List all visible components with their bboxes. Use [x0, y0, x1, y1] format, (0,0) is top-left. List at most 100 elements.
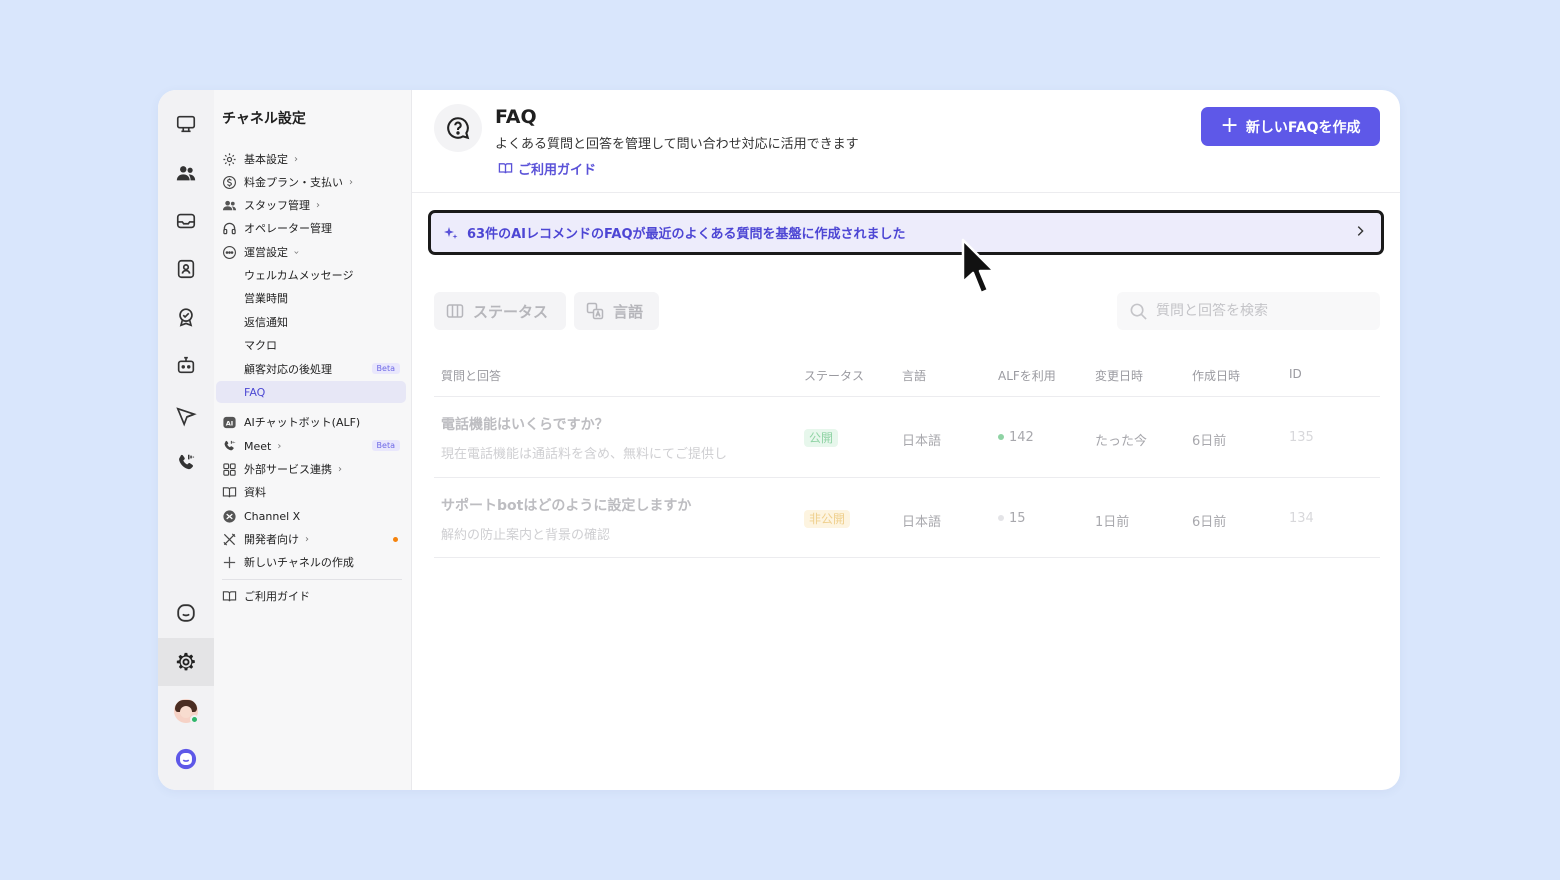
- sidebar-divider: [222, 579, 402, 580]
- book-icon: [222, 485, 237, 500]
- column-header-alf[interactable]: ALFを利用: [998, 367, 1056, 384]
- header-divider: [412, 192, 1400, 193]
- sidebar-item-new-channel[interactable]: 新しいチャネルの作成: [216, 551, 406, 573]
- rail-call-button[interactable]: [162, 441, 210, 485]
- sidebar-item-basic-settings[interactable]: 基本設定 ›: [216, 148, 406, 170]
- ai-icon: AI: [222, 415, 237, 430]
- sidebar-item-label: 顧客対応の後処理: [244, 363, 332, 376]
- rail-profile-button[interactable]: [162, 247, 210, 291]
- ai-recommendation-banner[interactable]: 63件のAIレコメンドのFAQが最近のよくある質問を基盤に作成されました: [428, 210, 1384, 255]
- book-icon: [498, 163, 513, 174]
- sidebar-item-label: 開発者向け: [244, 533, 299, 546]
- chevron-right-icon: ›: [316, 199, 320, 211]
- chat-dots-icon: [222, 245, 237, 260]
- status-badge: 非公開: [804, 510, 851, 528]
- sidebar-item-label: 基本設定: [244, 153, 288, 166]
- online-status-dot: [190, 715, 199, 724]
- new-faq-button[interactable]: + 新しいFAQを作成: [1201, 107, 1380, 146]
- user-guide-link-label: ご利用ガイド: [518, 163, 597, 178]
- sidebar-item-user-guide[interactable]: ご利用ガイド: [216, 585, 406, 607]
- table-divider: [434, 477, 1380, 478]
- column-header-status[interactable]: ステータス: [804, 367, 864, 384]
- sidebar-item-faq[interactable]: FAQ: [216, 381, 406, 403]
- sidebar-item-documents[interactable]: 資料: [216, 481, 406, 503]
- sidebar-item-developers[interactable]: 開発者向け ›: [216, 528, 406, 550]
- chevron-right-icon: [1357, 226, 1364, 236]
- sidebar-item-label: オペレーター管理: [244, 222, 332, 235]
- sidebar-item-welcome-message[interactable]: ウェルカムメッセージ: [216, 264, 406, 286]
- updated-at: たった今: [1095, 434, 1148, 449]
- table-divider: [434, 557, 1380, 558]
- chevron-right-icon: ›: [277, 440, 282, 452]
- language-filter-label: 言語: [613, 302, 644, 321]
- question-bubble-icon: [447, 117, 470, 140]
- search-input[interactable]: [1156, 303, 1356, 319]
- beta-badge: Beta: [371, 440, 400, 451]
- faq-answer: 解約の防止案内と背景の確認: [441, 528, 611, 543]
- sidebar-item-operators[interactable]: オペレーター管理: [216, 217, 406, 239]
- faq-language: 日本語: [902, 434, 942, 449]
- created-at: 6日前: [1192, 434, 1227, 449]
- sidebar-item-post-processing[interactable]: 顧客対応の後処理 Beta: [216, 358, 406, 380]
- dollar-icon: [222, 175, 237, 190]
- sidebar-title: チャネル設定: [222, 111, 306, 127]
- new-faq-button-label: 新しいFAQを作成: [1245, 119, 1361, 136]
- notification-dot: [393, 537, 398, 542]
- sidebar-item-operations[interactable]: 運営設定 ›: [216, 241, 406, 263]
- sidebar-item-label: 資料: [244, 486, 266, 499]
- sidebar-item-label: 新しいチャネルの作成: [244, 556, 354, 569]
- column-header-id[interactable]: ID: [1289, 367, 1302, 381]
- sidebar-item-staff[interactable]: スタッフ管理 ›: [216, 194, 406, 216]
- plus-icon: [222, 555, 237, 570]
- robot-icon: [177, 356, 195, 374]
- language-filter-button[interactable]: 言語: [574, 292, 659, 330]
- sidebar-item-channel-x[interactable]: Channel X: [216, 505, 406, 527]
- column-header-updated[interactable]: 変更日時: [1095, 367, 1143, 384]
- rail-channel-logo-button[interactable]: [162, 737, 210, 781]
- monitor-icon: [176, 115, 196, 133]
- inbox-icon: [176, 213, 196, 229]
- rail-send-button[interactable]: [162, 394, 210, 438]
- column-header-language[interactable]: 言語: [902, 367, 926, 384]
- sidebar-item-label: Meet: [244, 439, 272, 453]
- columns-icon: [446, 304, 464, 318]
- alf-usage: 15: [998, 511, 1026, 526]
- rail-badge-button[interactable]: [162, 295, 210, 339]
- nav-rail: [158, 90, 214, 790]
- status-badge: 公開: [804, 429, 839, 447]
- faq-search[interactable]: [1117, 292, 1380, 330]
- sidebar-item-meet[interactable]: Meet › Beta: [216, 435, 406, 457]
- sidebar-item-label: Channel X: [244, 509, 301, 523]
- sidebar-item-label: ご利用ガイド: [244, 590, 310, 603]
- updated-at: 1日前: [1095, 515, 1130, 530]
- faq-id: 134: [1289, 511, 1314, 526]
- sidebar-item-reply-notification[interactable]: 返信通知: [216, 311, 406, 333]
- rail-tray-button[interactable]: [162, 199, 210, 243]
- page-description: よくある質問と回答を管理して問い合わせ対応に活用できます: [495, 137, 859, 152]
- gear-icon: [222, 152, 237, 167]
- sidebar-item-alf[interactable]: AI AIチャットボット(ALF): [216, 411, 406, 433]
- column-header-qa[interactable]: 質問と回答: [441, 367, 501, 384]
- faq-question: 電話機能はいくらですか？: [441, 417, 609, 433]
- user-guide-link[interactable]: ご利用ガイド: [498, 159, 596, 178]
- sidebar-item-billing[interactable]: 料金プラン・支払い ›: [216, 171, 406, 193]
- sidebar-item-macro[interactable]: マクロ: [216, 334, 406, 356]
- rail-bot-button[interactable]: [162, 343, 210, 387]
- column-header-created[interactable]: 作成日時: [1192, 367, 1240, 384]
- sidebar-item-integrations[interactable]: 外部サービス連携 ›: [216, 458, 406, 480]
- sidebar-item-business-hours[interactable]: 営業時間: [216, 287, 406, 309]
- faq-id: 135: [1289, 430, 1314, 445]
- sidebar-item-label: スタッフ管理: [244, 199, 310, 212]
- rail-settings-button[interactable]: [158, 638, 214, 686]
- created-at: 6日前: [1192, 515, 1227, 530]
- rail-inbox-button[interactable]: [162, 102, 210, 146]
- rail-messenger-button[interactable]: [162, 591, 210, 635]
- headset-icon: [222, 221, 237, 236]
- plus-icon: +: [1220, 112, 1239, 138]
- search-icon: [1130, 303, 1147, 320]
- rail-contacts-button[interactable]: [162, 151, 210, 195]
- chevron-right-icon: ›: [305, 533, 309, 545]
- svg-text:AI: AI: [226, 419, 234, 427]
- chevron-right-icon: ›: [294, 153, 298, 165]
- status-filter-button[interactable]: ステータス: [434, 292, 566, 330]
